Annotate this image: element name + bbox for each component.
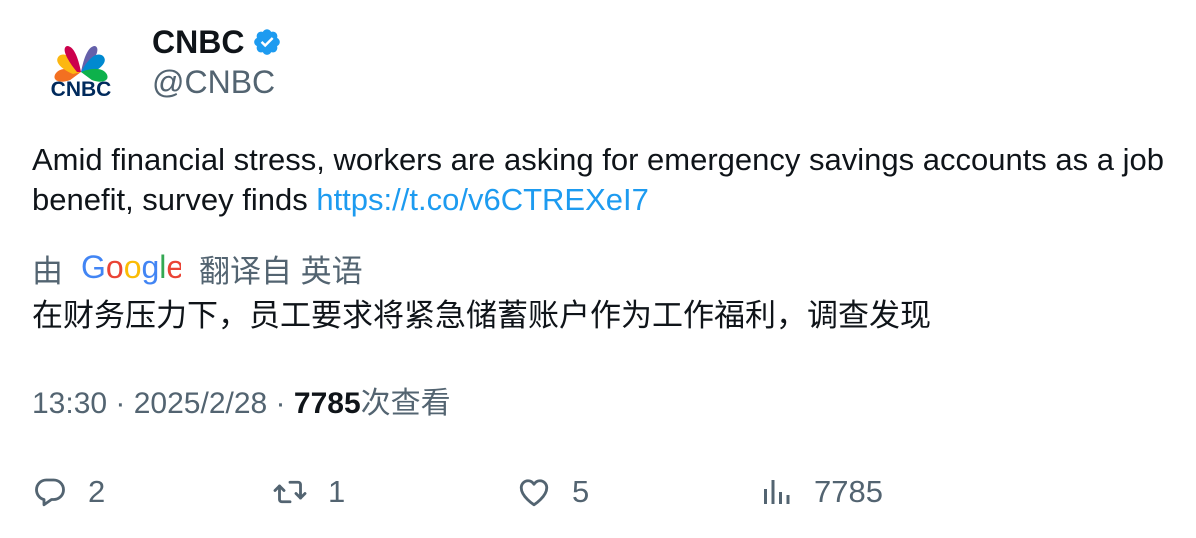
tweet-date[interactable]: 2025/2/28	[134, 387, 267, 420]
reply-icon	[35, 478, 65, 507]
author-name[interactable]: CNBC	[152, 22, 244, 62]
retweet-count: 1	[328, 474, 346, 509]
author-handle[interactable]: @CNBC	[152, 62, 275, 102]
bar-chart-icon	[764, 480, 790, 504]
google-logo-text: Google	[81, 249, 181, 285]
views-label: 次查看	[360, 387, 451, 420]
tweet-link[interactable]: https://t.co/v6CTREXeI7	[316, 182, 649, 217]
action-bar: 2 1 5 7785	[0, 470, 1196, 514]
cnbc-logo-text: CNBC	[51, 78, 112, 101]
tweet-time[interactable]: 13:30	[32, 387, 107, 420]
google-logo-icon: Google	[81, 249, 181, 285]
translation-prefix: 由	[32, 253, 63, 289]
like-button[interactable]: 5	[516, 470, 589, 514]
meta-separator: ·	[267, 387, 294, 420]
tweet-text: Amid financial stress, workers are askin…	[32, 140, 1172, 220]
heart-icon	[519, 479, 549, 507]
retweet-icon	[273, 480, 307, 504]
translation-attribution: 由 Google 翻译自 英语	[32, 246, 363, 290]
cnbc-logo-avatar[interactable]: CNBC	[40, 36, 122, 106]
like-count: 5	[572, 474, 590, 509]
views-action-count: 7785	[814, 474, 883, 509]
verified-badge-icon	[254, 29, 281, 55]
views-button[interactable]: 7785	[758, 470, 883, 514]
meta-separator: ·	[107, 387, 134, 420]
views-count: 7785	[293, 387, 361, 420]
translated-text: 在财务压力下，员工要求将紧急储蓄账户作为工作福利，调查发现	[32, 298, 931, 333]
translation-suffix[interactable]: 翻译自 英语	[199, 246, 363, 291]
tweet-card: CNBC CNBC @CNBC Amid financial stress, w…	[0, 0, 1196, 538]
author-name-row: CNBC	[152, 22, 282, 62]
reply-button[interactable]: 2	[32, 470, 105, 514]
reply-count: 2	[88, 474, 106, 509]
retweet-button[interactable]: 1	[272, 470, 345, 514]
tweet-meta: 13:30 · 2025/2/28 · 7785次查看	[32, 384, 451, 424]
